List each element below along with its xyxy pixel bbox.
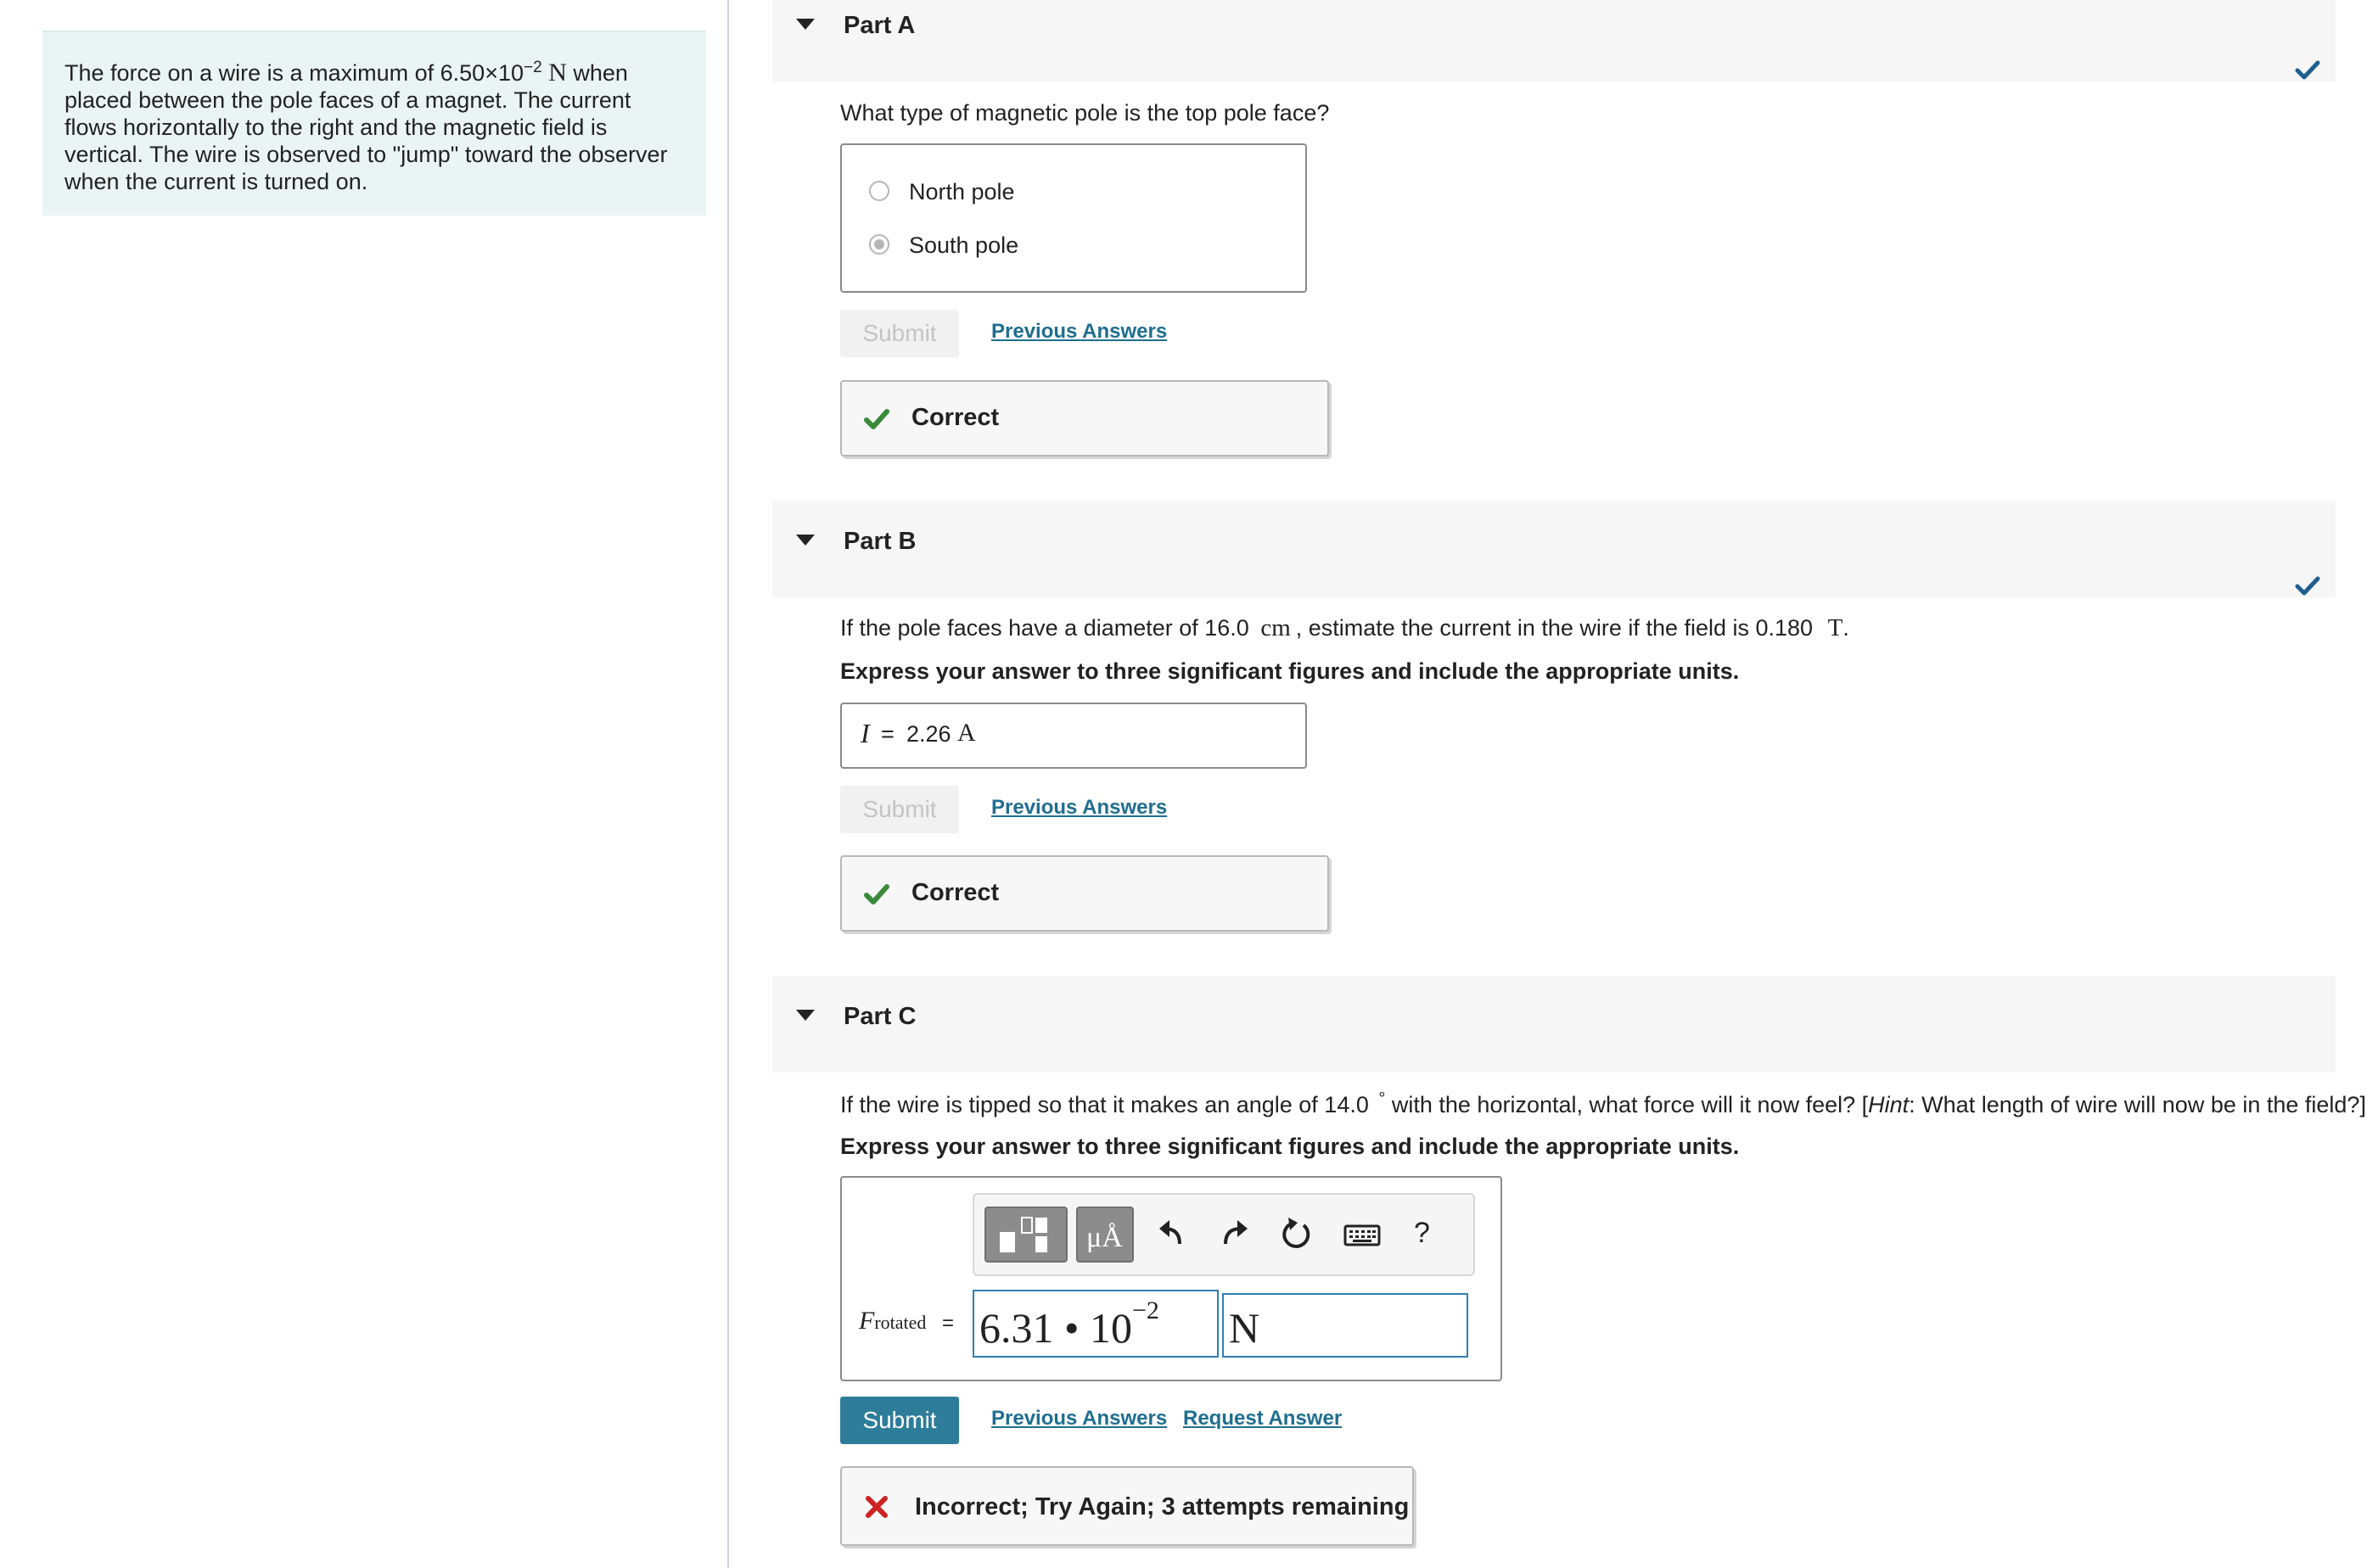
value-mantissa: 6.31 • 10	[979, 1304, 1133, 1352]
part-a-title: Part A	[844, 12, 916, 39]
templates-icon	[1000, 1217, 1047, 1252]
answer-options: North pole South pole	[840, 143, 1307, 293]
collapse-caret-icon[interactable]	[796, 1010, 815, 1021]
correct-check-icon	[864, 884, 889, 904]
part-c-title: Part C	[844, 1003, 917, 1030]
part-a-previous-answers-link[interactable]: Previous Answers	[991, 320, 1167, 344]
part-c-question-text-1: If the wire is tipped so that it makes a…	[840, 1092, 1369, 1117]
part-a-header[interactable]: Part A	[772, 0, 2336, 81]
part-a-question: What type of magnetic pole is the top po…	[840, 100, 1330, 126]
answer-equals: =	[942, 1312, 955, 1335]
part-a-submit-button[interactable]: Submit	[840, 310, 959, 357]
help-icon[interactable]: ?	[1414, 1217, 1430, 1250]
part-b-question-text-3: .	[1842, 615, 1849, 641]
part-b-question-text-1: If the pole faces have a diameter of 16.…	[840, 615, 1249, 641]
option-label-north-pole[interactable]: North pole	[909, 179, 1015, 205]
part-c-question-text-2: with the horizontal, what force will it …	[1385, 1092, 1869, 1117]
part-b-feedback-text: Correct	[911, 879, 1000, 906]
part-b-feedback: Correct	[840, 855, 1329, 932]
panel-divider	[727, 0, 729, 1568]
templates-button[interactable]	[984, 1207, 1068, 1263]
units-button[interactable]: μÅ	[1076, 1207, 1134, 1263]
part-b-previous-answers-link[interactable]: Previous Answers	[991, 796, 1167, 820]
variable-f: F	[859, 1307, 875, 1335]
completed-check-icon	[2295, 576, 2320, 596]
unit-cm: cm	[1260, 614, 1291, 641]
problem-unit: N	[548, 59, 567, 87]
part-b-answer-field[interactable]: I = 2.26 A	[840, 703, 1307, 769]
unit-input[interactable]: N	[1222, 1293, 1468, 1358]
part-b-title: Part B	[844, 528, 917, 555]
answer-variable: I	[861, 718, 870, 748]
part-c-previous-answers-link[interactable]: Previous Answers	[991, 1407, 1167, 1431]
answer-label: Frotated	[859, 1307, 926, 1336]
part-c-question-text-3: : What length of wire will now be in the…	[1909, 1092, 2366, 1117]
part-a-feedback: Correct	[840, 380, 1329, 456]
answer-value: 2.26	[906, 721, 951, 747]
problem-text-start: The force on a wire is a maximum of 6.50…	[64, 60, 524, 86]
part-c-submit-button[interactable]: Submit	[840, 1397, 959, 1444]
part-b-question: If the pole faces have a diameter of 16.…	[840, 614, 1849, 642]
collapse-caret-icon[interactable]	[796, 19, 815, 30]
part-b-header[interactable]: Part B	[772, 501, 2336, 597]
value-exponent: −2	[1132, 1296, 1159, 1324]
radio-south-pole[interactable]	[869, 234, 889, 255]
redo-icon[interactable]	[1214, 1213, 1256, 1256]
answer-equals: =	[881, 721, 895, 747]
collapse-caret-icon[interactable]	[796, 535, 815, 546]
part-c-feedback-text: Incorrect; Try Again; 3 attempts remaini…	[915, 1493, 1410, 1520]
part-c-instruction: Express your answer to three significant…	[840, 1134, 1740, 1159]
part-c-question: If the wire is tipped so that it makes a…	[840, 1089, 2366, 1118]
answer-unit: A	[957, 719, 976, 747]
problem-statement: The force on a wire is a maximum of 6.50…	[42, 31, 706, 216]
keyboard-icon[interactable]	[1341, 1213, 1383, 1256]
part-b-instruction: Express your answer to three significant…	[840, 658, 1740, 684]
radio-north-pole[interactable]	[869, 181, 889, 201]
part-b-question-text-2: , estimate the current in the wire if th…	[1295, 615, 1814, 641]
units-icon: μÅ	[1086, 1222, 1123, 1253]
reset-icon[interactable]	[1275, 1213, 1317, 1256]
completed-check-icon	[2295, 60, 2320, 80]
unit-value: N	[1229, 1304, 1260, 1352]
part-c-header[interactable]: Part C	[772, 976, 2336, 1072]
request-answer-link[interactable]: Request Answer	[1183, 1407, 1342, 1431]
math-toolbar: μÅ ?	[973, 1193, 1475, 1276]
hint-label: Hint	[1868, 1092, 1910, 1117]
part-a-feedback-text: Correct	[911, 404, 1000, 431]
undo-icon[interactable]	[1151, 1213, 1193, 1256]
part-b-submit-button[interactable]: Submit	[840, 786, 959, 833]
problem-exponent: −2	[524, 59, 542, 76]
correct-check-icon	[864, 409, 889, 429]
unit-tesla: T	[1827, 614, 1843, 641]
incorrect-x-icon	[866, 1496, 888, 1518]
variable-subscript: rotated	[874, 1312, 927, 1333]
part-c-feedback: Incorrect; Try Again; 3 attempts remaini…	[840, 1466, 1414, 1546]
option-label-south-pole[interactable]: South pole	[909, 232, 1018, 259]
value-input[interactable]: 6.31 • 10 −2	[973, 1290, 1219, 1358]
